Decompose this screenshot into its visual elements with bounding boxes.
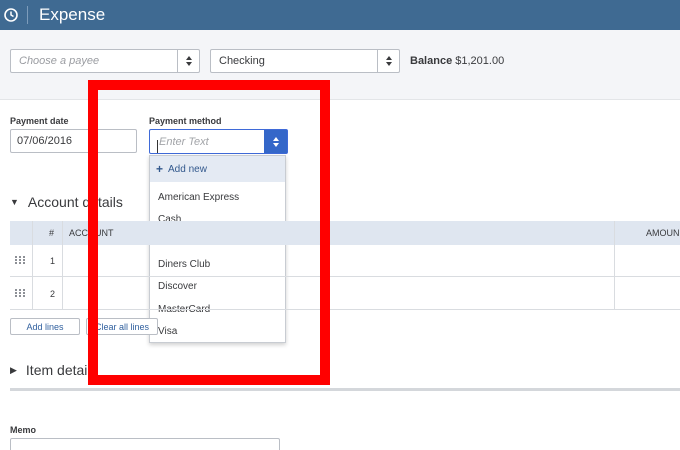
balance-value: $1,201.00 [455, 55, 505, 67]
drag-handle-icon[interactable] [15, 256, 25, 264]
payee-section: Choose a payee Checking Balance $1,201.0… [0, 30, 680, 100]
payment-method-select[interactable]: Enter Text [149, 129, 288, 154]
history-icon[interactable] [1, 5, 21, 25]
payment-method-label: Payment method [149, 116, 222, 126]
column-divider [614, 221, 615, 310]
option-visa[interactable]: Visa [150, 320, 285, 342]
table-row[interactable]: 1 [10, 245, 680, 277]
account-select[interactable]: Checking [210, 49, 400, 73]
balance-label: Balance [410, 55, 453, 67]
column-divider [62, 221, 63, 310]
section-divider [10, 388, 680, 391]
add-new-option[interactable]: + Add new [150, 156, 285, 182]
column-header-account: ACCOUNT [69, 228, 114, 238]
payment-method-input[interactable]: Enter Text [150, 135, 264, 153]
header-bar: Expense [0, 0, 680, 30]
table-row[interactable]: 2 [10, 278, 680, 310]
updown-arrow-icon[interactable] [177, 50, 199, 72]
payment-date-input[interactable]: 07/06/2016 [10, 129, 137, 153]
balance-display: Balance $1,201.00 [410, 55, 504, 67]
memo-label: Memo [10, 425, 37, 435]
account-details-title: Account details [27, 194, 123, 210]
triangle-down-icon: ▼ [10, 197, 19, 207]
triangle-right-icon: ▶ [10, 364, 17, 375]
payment-date-label: Payment date [10, 116, 69, 126]
clear-all-lines-button[interactable]: Clear all lines [86, 318, 158, 335]
plus-icon: + [156, 162, 164, 176]
payment-method-placeholder: Enter Text [159, 135, 209, 148]
add-lines-button[interactable]: Add lines [10, 318, 80, 335]
payee-select[interactable]: Choose a payee [10, 49, 200, 73]
header-separator [27, 6, 28, 24]
add-new-label: Add new [168, 163, 207, 175]
updown-arrow-icon[interactable] [264, 130, 287, 153]
page-title: Expense [39, 5, 106, 24]
row-number: 1 [50, 256, 56, 266]
memo-textarea[interactable] [10, 438, 280, 450]
column-divider [32, 221, 33, 310]
account-table-header: # ACCOUNT AMOUN [10, 221, 680, 245]
text-cursor [157, 139, 158, 153]
column-header-number: # [49, 228, 55, 238]
row-number: 2 [50, 289, 56, 299]
drag-handle-icon[interactable] [15, 289, 25, 297]
option-american-express[interactable]: American Express [150, 186, 285, 208]
payment-date-value: 07/06/2016 [17, 135, 73, 147]
payee-select-placeholder: Choose a payee [19, 55, 100, 67]
account-select-value: Checking [219, 55, 265, 67]
column-header-amount: AMOUN [646, 228, 680, 238]
account-details-toggle[interactable]: ▼ Account details [10, 194, 123, 210]
item-details-toggle[interactable]: ▶ Item details [10, 362, 98, 378]
updown-arrow-icon[interactable] [377, 50, 399, 72]
item-details-title: Item details [25, 362, 98, 378]
